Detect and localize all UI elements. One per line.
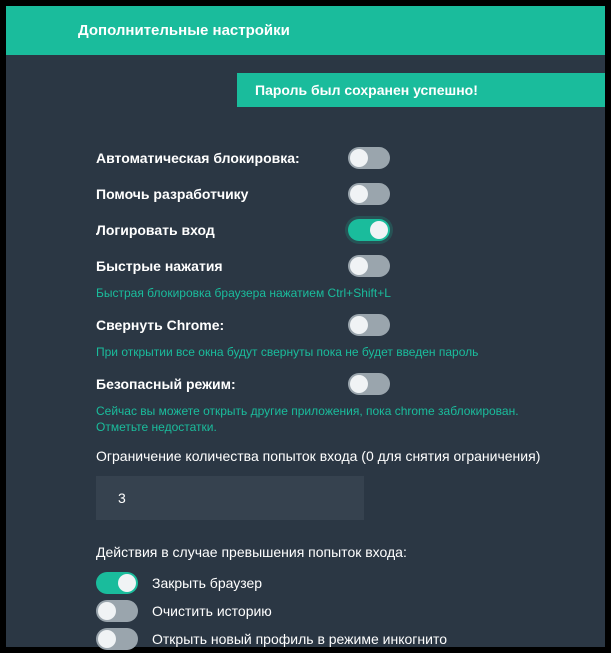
- row-close-browser: Закрыть браузер: [96, 572, 605, 594]
- toggle-log-login[interactable]: [348, 219, 390, 241]
- toggle-minimize-chrome[interactable]: [348, 314, 390, 336]
- row-quick-press: Быстрые нажатия: [96, 255, 605, 277]
- row-log-login: Логировать вход: [96, 219, 605, 241]
- label-incognito: Открыть новый профиль в режиме инкогнито: [152, 631, 447, 647]
- toggle-incognito[interactable]: [96, 628, 138, 650]
- panel-title: Дополнительные настройки: [78, 22, 290, 39]
- row-auto-lock: Автоматическая блокировка:: [96, 147, 605, 169]
- hint-quick-press: Быстрая блокировка браузера нажатием Ctr…: [96, 285, 566, 302]
- settings-content: Автоматическая блокировка: Помочь разраб…: [6, 107, 605, 650]
- label-log-login: Логировать вход: [96, 222, 348, 238]
- panel-header: Дополнительные настройки: [6, 6, 605, 55]
- settings-panel: Дополнительные настройки Пароль был сохр…: [6, 6, 605, 647]
- toggle-clear-history[interactable]: [96, 600, 138, 622]
- row-safe-mode: Безопасный режим:: [96, 373, 605, 395]
- success-banner: Пароль был сохранен успешно!: [6, 73, 605, 107]
- label-quick-press: Быстрые нажатия: [96, 258, 348, 274]
- label-attempt-limit: Ограничение количества попыток входа (0 …: [96, 448, 605, 464]
- label-clear-history: Очистить историю: [152, 603, 272, 619]
- label-minimize-chrome: Свернуть Chrome:: [96, 317, 348, 333]
- label-safe-mode: Безопасный режим:: [96, 376, 348, 392]
- label-auto-lock: Автоматическая блокировка:: [96, 150, 348, 166]
- label-actions: Действия в случае превышения попыток вхо…: [96, 544, 605, 560]
- toggle-help-dev[interactable]: [348, 183, 390, 205]
- row-minimize-chrome: Свернуть Chrome:: [96, 314, 605, 336]
- toggle-quick-press[interactable]: [348, 255, 390, 277]
- hint-minimize-chrome: При открытии все окна будут свернуты пок…: [96, 344, 566, 361]
- row-clear-history: Очистить историю: [96, 600, 605, 622]
- label-close-browser: Закрыть браузер: [152, 575, 262, 591]
- row-incognito: Открыть новый профиль в режиме инкогнито: [96, 628, 605, 650]
- success-banner-text: Пароль был сохранен успешно!: [237, 73, 605, 107]
- toggle-auto-lock[interactable]: [348, 147, 390, 169]
- label-help-dev: Помочь разработчику: [96, 186, 348, 202]
- toggle-close-browser[interactable]: [96, 572, 138, 594]
- hint-safe-mode: Сейчас вы можете открыть другие приложен…: [96, 403, 566, 437]
- row-help-dev: Помочь разработчику: [96, 183, 605, 205]
- toggle-safe-mode[interactable]: [348, 373, 390, 395]
- input-attempt-limit[interactable]: [96, 476, 364, 520]
